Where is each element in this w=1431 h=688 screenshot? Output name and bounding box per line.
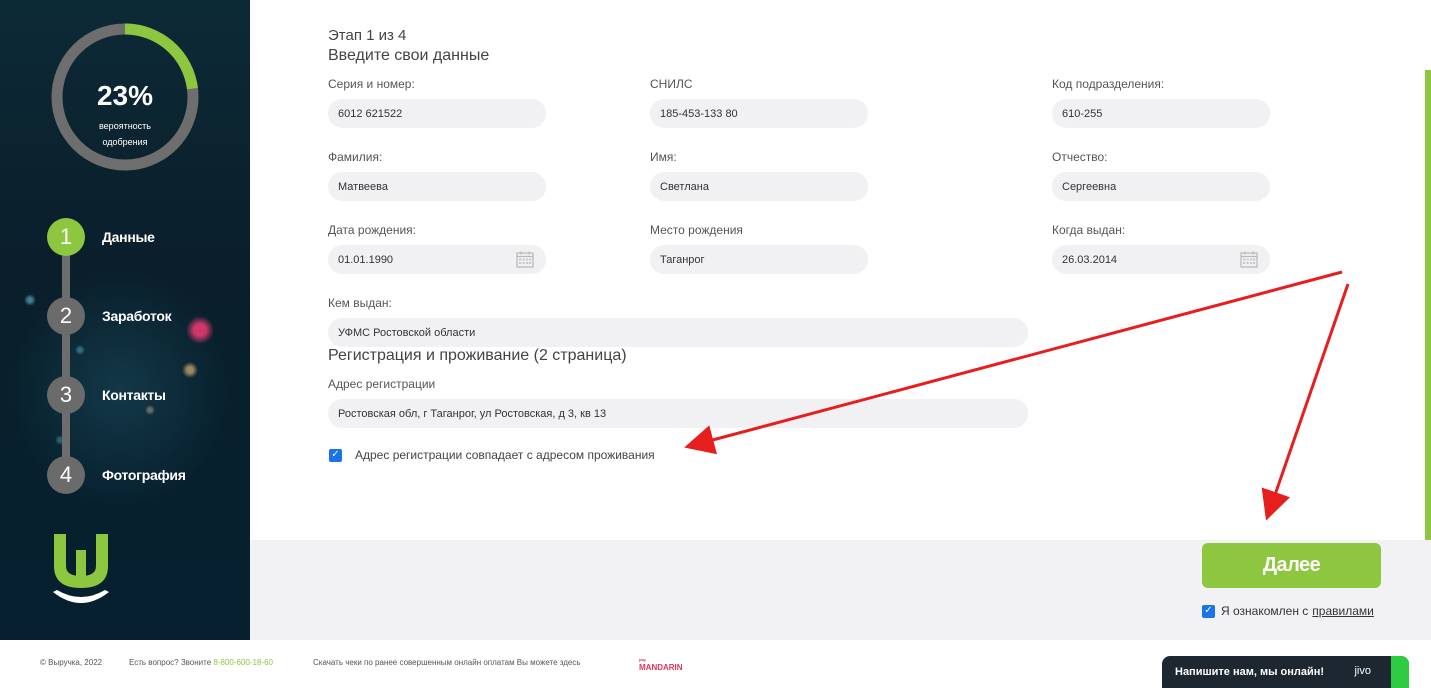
- name-value: Светлана: [660, 180, 709, 193]
- step-number: 4: [47, 456, 85, 494]
- birth-date-value: 01.01.1990: [338, 253, 394, 266]
- form-subtitle: Введите свои данные: [328, 47, 490, 64]
- step-photo[interactable]: 4 Фотография: [47, 456, 186, 494]
- rules-link[interactable]: правилами: [1312, 604, 1374, 618]
- agree-checkbox[interactable]: ✓: [1202, 604, 1215, 618]
- steps-connector: [62, 236, 70, 474]
- name-field[interactable]: Светлана: [650, 172, 868, 201]
- brand-logo-icon: [53, 534, 109, 603]
- birth-date-label: Дата рождения:: [328, 223, 416, 237]
- step-contacts[interactable]: 3 Контакты: [47, 376, 166, 414]
- chat-widget[interactable]: Напишите нам, мы онлайн! jivo: [1162, 656, 1409, 688]
- passport-field[interactable]: 6012 621522: [328, 99, 546, 128]
- step-earnings[interactable]: 2 Заработок: [47, 297, 172, 335]
- next-button[interactable]: Далее: [1202, 543, 1381, 588]
- jivo-logo: jivo: [1354, 665, 1371, 677]
- birth-place-label: Место рождения: [650, 223, 743, 237]
- footer-phone-link[interactable]: 8-800-600-18-60: [213, 658, 273, 667]
- patronymic-value: Сергеевна: [1062, 180, 1117, 193]
- birth-place-field[interactable]: Таганрог: [650, 245, 868, 274]
- reg-address-value: Ростовская обл, г Таганрог, ул Ростовска…: [338, 407, 607, 420]
- calendar-icon[interactable]: [1240, 251, 1258, 268]
- chat-status-indicator: [1391, 656, 1409, 688]
- reg-address-label: Адрес регистрации: [328, 377, 436, 391]
- approval-percent: 23%: [96, 80, 154, 111]
- approval-caption-line1: вероятность: [99, 121, 151, 131]
- step-label: Фотография: [102, 467, 186, 483]
- passport-value: 6012 621522: [338, 107, 403, 120]
- mandarin-logo[interactable]: pay MANDARIN: [639, 656, 683, 672]
- name-label: Имя:: [650, 150, 677, 164]
- step-number: 2: [47, 297, 85, 335]
- issued-by-field[interactable]: УФМС Ростовской области: [328, 318, 1028, 347]
- issue-date-field[interactable]: 26.03.2014: [1052, 245, 1270, 274]
- step-data[interactable]: 1 Данные: [47, 218, 155, 256]
- snils-value: 185-453-133 80: [660, 107, 738, 120]
- agree-row: ✓ Я ознакомлен с правилами: [1202, 604, 1374, 618]
- footer-question-text: Есть вопрос? Звоните: [129, 658, 212, 667]
- sidebar: 23% вероятность одобрения 1 Данные 2 Зар…: [0, 0, 250, 640]
- step-label: Заработок: [102, 308, 172, 324]
- same-address-checkbox[interactable]: ✓: [329, 448, 342, 462]
- step-number: 1: [47, 218, 85, 256]
- patronymic-field[interactable]: Сергеевна: [1052, 172, 1270, 201]
- footer-receipts-link[interactable]: Скачать чеки по ранее совершенным онлайн…: [313, 658, 581, 667]
- dept-code-field[interactable]: 610-255: [1052, 99, 1270, 128]
- footer-question: Есть вопрос? Звоните 8-800-600-18-60: [129, 658, 273, 667]
- passport-label: Серия и номер:: [328, 77, 415, 91]
- issue-date-value: 26.03.2014: [1062, 253, 1118, 266]
- snils-label: СНИЛС: [650, 77, 693, 91]
- footer-copyright: © Выручка, 2022: [40, 658, 103, 667]
- patronymic-label: Отчество:: [1052, 150, 1108, 164]
- step-label: Данные: [102, 229, 155, 245]
- step-label: Контакты: [102, 387, 166, 403]
- issue-date-label: Когда выдан:: [1052, 223, 1126, 237]
- agree-label: Я ознакомлен с: [1221, 604, 1309, 618]
- scroll-indicator[interactable]: [1425, 70, 1431, 540]
- mandarin-text: MANDARIN: [639, 663, 683, 672]
- surname-label: Фамилия:: [328, 150, 383, 164]
- birth-place-value: Таганрог: [660, 253, 705, 266]
- issued-by-value: УФМС Ростовской области: [338, 326, 476, 339]
- approval-caption-line2: одобрения: [102, 137, 148, 147]
- surname-value: Матвеева: [338, 180, 388, 193]
- birth-date-field[interactable]: 01.01.1990: [328, 245, 546, 274]
- dept-code-label: Код подразделения:: [1052, 77, 1165, 91]
- step-number: 3: [47, 376, 85, 414]
- chat-widget-text: Напишите нам, мы онлайн!: [1175, 666, 1325, 678]
- stage-indicator: Этап 1 из 4: [328, 27, 407, 44]
- surname-field[interactable]: Матвеева: [328, 172, 546, 201]
- dept-code-value: 610-255: [1062, 107, 1103, 120]
- same-address-label: Адрес регистрации совпадает с адресом пр…: [355, 448, 655, 462]
- registration-section-title: Регистрация и проживание (2 страница): [328, 347, 627, 364]
- issued-by-label: Кем выдан:: [328, 296, 392, 310]
- snils-field[interactable]: 185-453-133 80: [650, 99, 868, 128]
- reg-address-field[interactable]: Ростовская обл, г Таганрог, ул Ростовска…: [328, 399, 1028, 428]
- calendar-icon[interactable]: [516, 251, 534, 268]
- same-address-row: ✓ Адрес регистрации совпадает с адресом …: [329, 448, 655, 462]
- approval-caption: вероятность одобрения: [50, 118, 200, 150]
